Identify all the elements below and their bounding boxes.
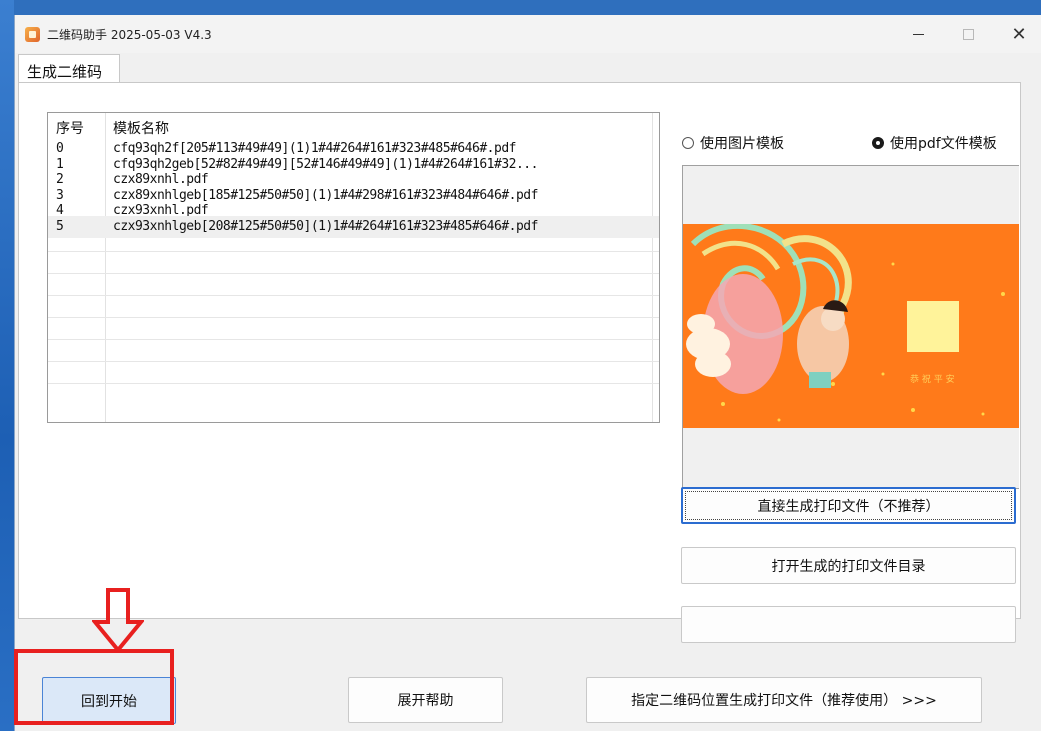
- tab-panel: 序号 模板名称 0 cfq93qh2f[205#113#49#49](1)1#4#…: [18, 82, 1021, 619]
- window-title: 二维码助手 2025-05-03 V4.3: [47, 28, 212, 42]
- maximize-button[interactable]: [945, 15, 991, 53]
- close-button[interactable]: ✕: [996, 15, 1041, 53]
- maximize-icon: [962, 28, 974, 40]
- hidden-button-partial[interactable]: [681, 606, 1016, 643]
- radio-image-label: 使用图片模板: [700, 136, 784, 152]
- open-output-dir-button[interactable]: 打开生成的打印文件目录: [681, 547, 1016, 584]
- empty-row: [48, 362, 659, 384]
- annotation-highlight-box: [14, 649, 174, 725]
- app-icon: [25, 27, 40, 42]
- empty-row: [48, 296, 659, 318]
- column-header-name: 模板名称: [113, 121, 169, 137]
- annotation-arrow-icon: [92, 588, 144, 652]
- preview-stamp-text: 恭 祝 平 安: [910, 373, 955, 385]
- specify-label: 指定二维码位置生成打印文件（推荐使用） >>>: [631, 693, 937, 709]
- empty-row: [48, 230, 659, 252]
- radio-image-template[interactable]: 使用图片模板: [682, 133, 784, 153]
- specify-position-button[interactable]: 指定二维码位置生成打印文件（推荐使用） >>>: [586, 677, 982, 723]
- empty-row: [48, 274, 659, 296]
- app-window: 二维码助手 2025-05-03 V4.3 ✕ 生成二维码 序号 模板名称 0c…: [14, 15, 1041, 731]
- title-bar: 二维码助手 2025-05-03 V4.3 ✕: [15, 15, 1041, 53]
- help-label: 展开帮助: [397, 693, 454, 709]
- radio-pdf-template[interactable]: 使用pdf文件模板: [872, 133, 997, 153]
- expand-help-button[interactable]: 展开帮助: [348, 677, 503, 723]
- empty-row: [48, 318, 659, 340]
- preview-image: 恭 祝 平 安: [683, 224, 1019, 428]
- template-preview: 恭 祝 平 安: [682, 165, 1019, 489]
- radio-unchecked-icon: [682, 137, 694, 149]
- minimize-icon: [912, 33, 924, 35]
- radio-pdf-label: 使用pdf文件模板: [890, 136, 997, 152]
- empty-row: [48, 252, 659, 274]
- desktop-edge: [0, 0, 14, 731]
- minimize-button[interactable]: [895, 15, 941, 53]
- empty-row: [48, 340, 659, 362]
- open-dir-label: 打开生成的打印文件目录: [771, 558, 926, 575]
- tab-generate-qrcode[interactable]: 生成二维码: [18, 54, 120, 83]
- template-table[interactable]: 序号 模板名称 0 cfq93qh2f[205#113#49#49](1)1#4#…: [47, 112, 660, 423]
- close-icon: ✕: [1011, 23, 1027, 45]
- radio-checked-icon: [872, 137, 884, 149]
- table-header: 序号 模板名称: [48, 113, 659, 138]
- column-header-index: 序号: [56, 121, 84, 137]
- generate-direct-button[interactable]: 直接生成打印文件（不推荐）: [681, 487, 1016, 524]
- generate-direct-label: 直接生成打印文件（不推荐）: [757, 498, 940, 515]
